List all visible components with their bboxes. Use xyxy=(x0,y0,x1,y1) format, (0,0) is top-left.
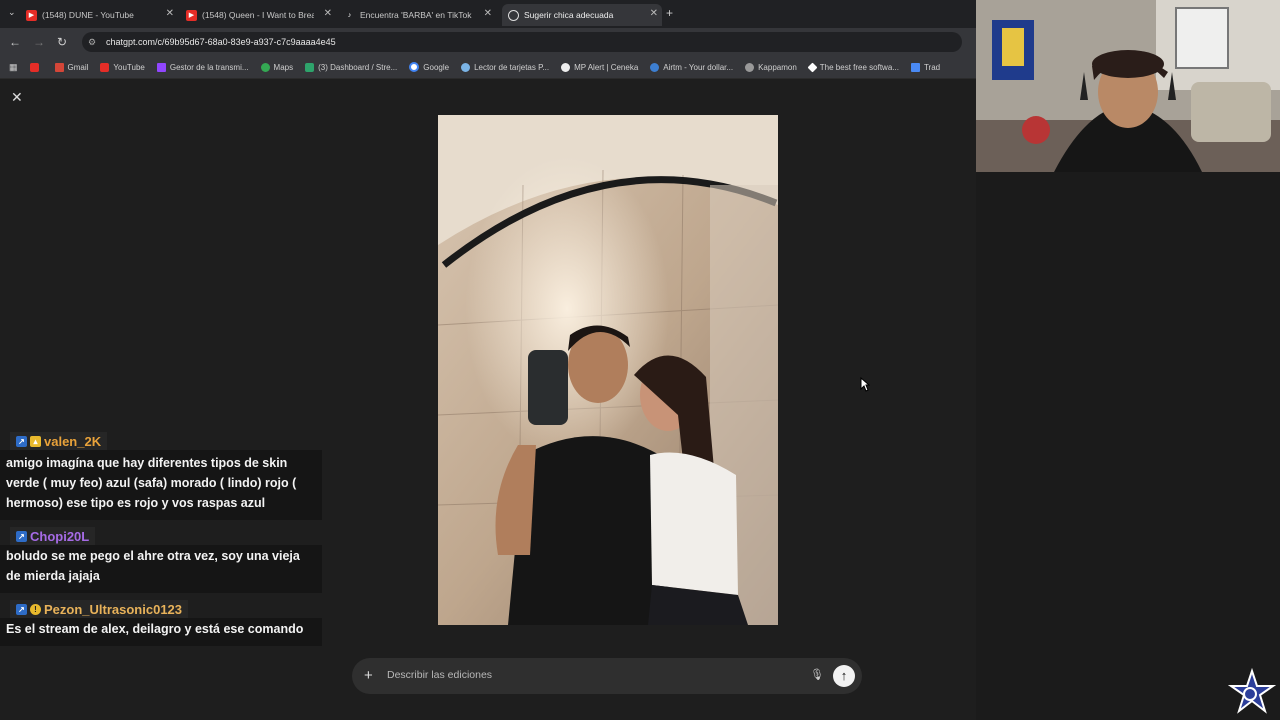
tab-title: Sugerir chica adecuada xyxy=(524,10,614,20)
chatgpt-icon xyxy=(508,9,519,21)
reload-icon[interactable]: ↻ xyxy=(57,35,67,49)
close-tab-icon[interactable]: ✕ xyxy=(166,8,174,19)
chat-message: boludo se me pego el ahre otra vez, soy … xyxy=(0,545,322,593)
software-icon xyxy=(807,62,818,72)
google-icon xyxy=(409,62,420,72)
chat-text: Es el stream de alex, deilagro y está es… xyxy=(6,622,304,636)
webcam-illustration xyxy=(976,0,1280,172)
webcam-overlay xyxy=(976,0,1280,172)
apps-icon[interactable]: ▦ xyxy=(9,62,18,73)
forward-icon[interactable]: → xyxy=(33,35,45,49)
bookmark-item[interactable]: (3) Dashboard / Stre... xyxy=(305,62,397,72)
tab-title: (1548) Queen - I Want to Break xyxy=(202,10,314,20)
composer-input[interactable]: Describir las ediciones xyxy=(387,669,492,681)
back-icon[interactable]: ← xyxy=(9,35,21,49)
warning-badge-icon: ! xyxy=(30,603,41,615)
gmail-icon xyxy=(54,62,64,72)
bookmark-item[interactable]: Airtm - Your dollar... xyxy=(650,62,733,72)
bookmark-item[interactable]: Gestor de la transmi... xyxy=(156,62,249,72)
youtube-icon: ▶ xyxy=(26,9,37,21)
edit-composer[interactable]: + Describir las ediciones 🎙 ↑ xyxy=(352,658,862,694)
bookmark-item[interactable]: Maps xyxy=(260,62,293,72)
close-tab-icon[interactable]: ✕ xyxy=(484,8,492,19)
url-text: chatgpt.com/c/69b95d67-68a0-83e9-a937-c7… xyxy=(106,37,336,47)
chat-username: ↗ ! Pezon_Ultrasonic0123 xyxy=(10,600,189,618)
twitch-icon xyxy=(156,62,166,72)
chat-text: amigo imagína que hay diferentes tipos d… xyxy=(6,456,297,510)
bookmark-item[interactable]: MP Alert | Ceneka xyxy=(561,62,638,72)
kappamon-icon xyxy=(745,62,755,72)
close-tab-icon[interactable]: ✕ xyxy=(324,8,332,19)
add-attachment-icon[interactable]: + xyxy=(364,667,373,684)
bookmarks-bar: ▦ Gmail YouTube Gestor de la transmi... … xyxy=(0,56,976,79)
tab-queen[interactable]: ▶ (1548) Queen - I Want to Break ✕ xyxy=(186,4,336,26)
prime-badge-icon: ↗ xyxy=(16,435,27,447)
microphone-icon[interactable]: 🎙 xyxy=(810,668,824,681)
chat-message: Es el stream de alex, deilagro y está es… xyxy=(0,618,322,646)
bookmark-item[interactable]: Gmail xyxy=(54,62,88,72)
maps-icon xyxy=(260,62,270,72)
close-icon[interactable]: ✕ xyxy=(11,89,23,106)
tab-tiktok[interactable]: ♪ Encuentra 'BARBA' en TikTok | B ✕ xyxy=(344,4,496,26)
tab-bar: ⌄ ▶ (1548) DUNE - YouTube ✕ ▶ (1548) Que… xyxy=(0,0,976,28)
bookmark-item[interactable] xyxy=(29,62,43,72)
card-icon xyxy=(461,62,471,72)
prime-badge-icon: ↗ xyxy=(16,530,27,542)
toolbar: ← → ↻ ⚙ chatgpt.com/c/69b95d67-68a0-83e9… xyxy=(0,28,976,56)
tab-title: Encuentra 'BARBA' en TikTok | B xyxy=(360,10,472,20)
translate-icon xyxy=(910,62,920,72)
prime-badge-icon: ↗ xyxy=(16,603,27,615)
mirror-selfie-illustration xyxy=(438,115,778,625)
airtm-icon xyxy=(650,62,660,72)
tab-dune[interactable]: ▶ (1548) DUNE - YouTube ✕ xyxy=(26,4,178,26)
tab-list-menu-icon[interactable]: ⌄ xyxy=(8,7,16,18)
mouse-cursor-icon xyxy=(860,377,870,392)
bookmark-item[interactable]: Lector de tarjetas P... xyxy=(461,62,549,72)
uploaded-image xyxy=(438,115,778,625)
chat-message: amigo imagína que hay diferentes tipos d… xyxy=(0,450,322,520)
chat-username: ↗ ▴ valen_2K xyxy=(10,432,108,450)
youtube-icon xyxy=(29,62,39,72)
alert-icon xyxy=(561,62,571,72)
tiktok-icon: ♪ xyxy=(347,11,352,19)
channel-logo-star-icon xyxy=(1228,668,1276,714)
new-tab-icon[interactable]: + xyxy=(666,6,673,20)
bookmark-item[interactable]: The best free softwa... xyxy=(807,62,899,72)
tab-chatgpt[interactable]: Sugerir chica adecuada ✕ xyxy=(502,4,662,26)
site-info-icon[interactable]: ⚙ xyxy=(88,37,98,47)
bookmark-item[interactable]: Trad xyxy=(910,62,940,72)
send-button[interactable]: ↑ xyxy=(833,665,855,687)
bookmark-item[interactable]: Kappamon xyxy=(745,62,797,72)
subscriber-badge-icon: ▴ xyxy=(30,435,41,447)
youtube-icon xyxy=(100,62,110,72)
address-bar[interactable]: ⚙ chatgpt.com/c/69b95d67-68a0-83e9-a937-… xyxy=(82,32,962,52)
tab-title: (1548) DUNE - YouTube xyxy=(42,10,134,20)
close-tab-icon[interactable]: ✕ xyxy=(650,8,658,19)
bookmark-item[interactable]: Google xyxy=(409,62,449,72)
dashboard-icon xyxy=(305,62,315,72)
chat-username: ↗ Chopi20L xyxy=(10,527,96,545)
youtube-icon: ▶ xyxy=(186,9,197,21)
bookmark-item[interactable]: YouTube xyxy=(100,62,145,72)
chat-text: boludo se me pego el ahre otra vez, soy … xyxy=(6,549,300,583)
